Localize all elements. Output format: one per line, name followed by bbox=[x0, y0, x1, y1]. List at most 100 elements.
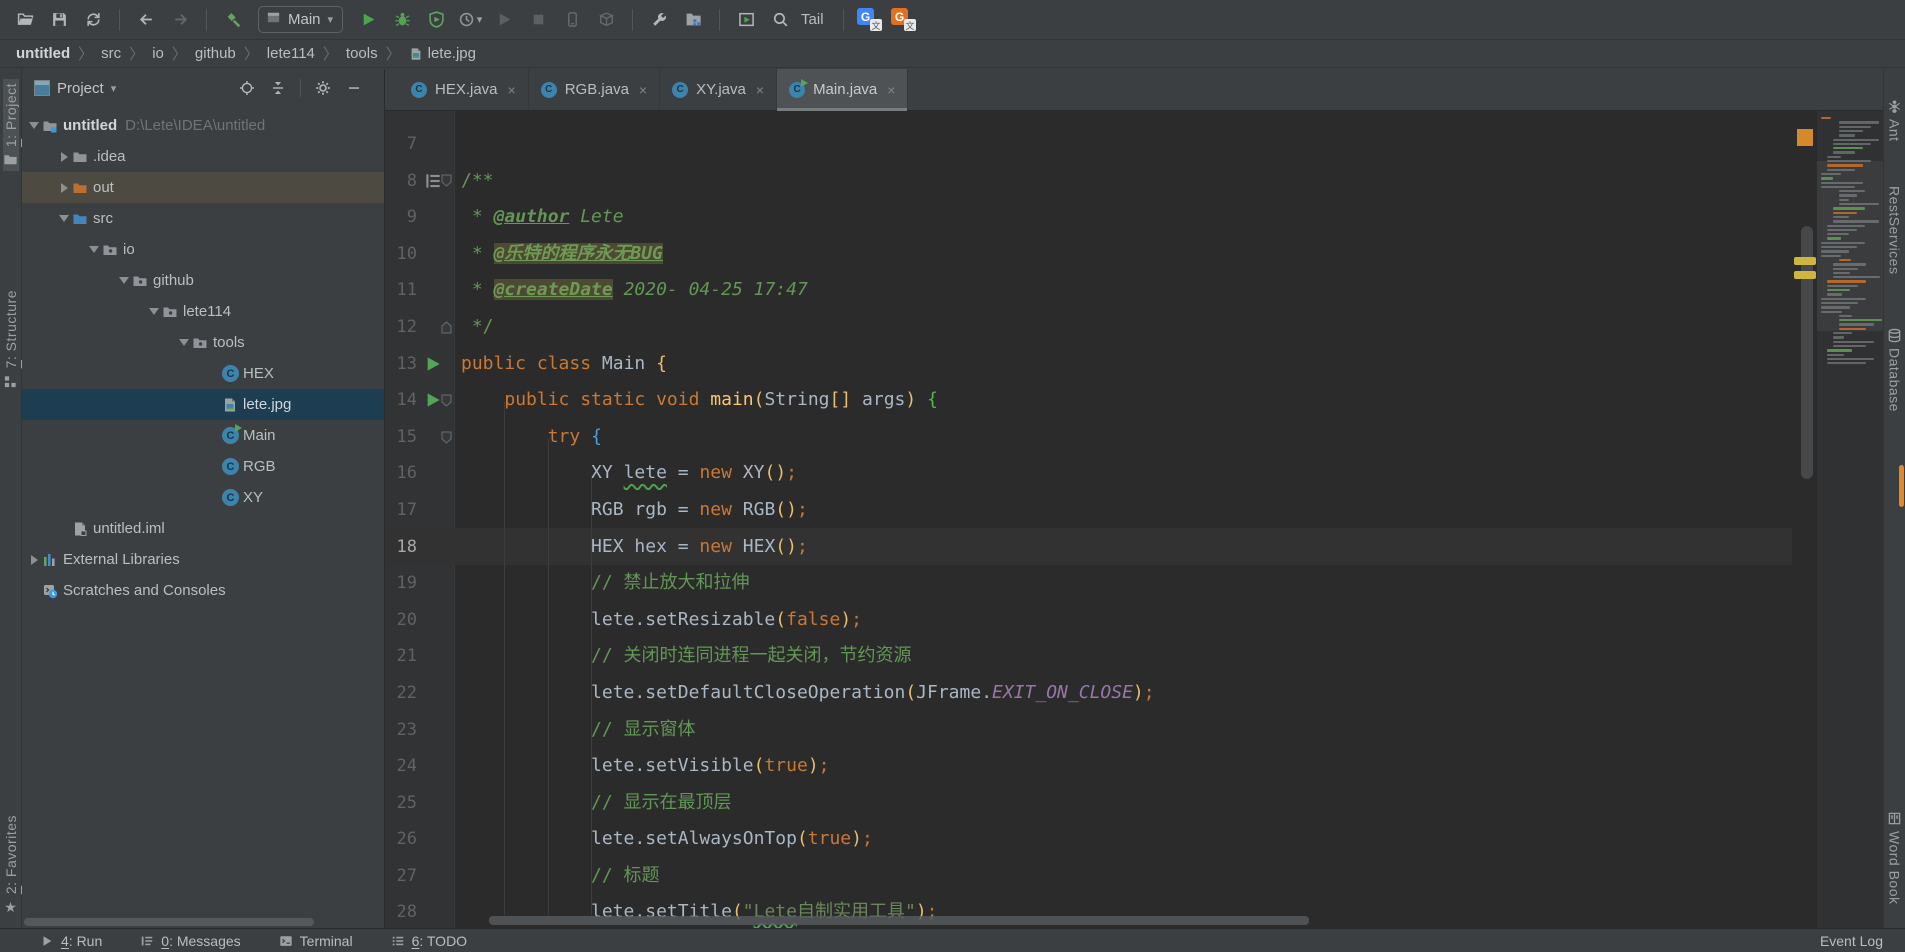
tree-item-untitled.iml[interactable]: untitled.iml bbox=[22, 513, 384, 544]
tree-expand-arrow[interactable] bbox=[86, 246, 102, 253]
settings-gear-button[interactable] bbox=[311, 76, 335, 100]
fold-marker[interactable] bbox=[441, 163, 455, 200]
code-minimap[interactable] bbox=[1817, 111, 1883, 928]
tree-expand-arrow[interactable] bbox=[56, 152, 72, 162]
code-line-13[interactable]: 13 public class Main { bbox=[385, 346, 1792, 383]
fold-marker[interactable] bbox=[441, 382, 455, 419]
code-line-17[interactable]: 17 RGB rgb = new RGB(); bbox=[385, 492, 1792, 529]
breadcrumb-item[interactable]: lete114 bbox=[265, 45, 317, 62]
warning-mark[interactable] bbox=[1794, 271, 1816, 279]
save-icon[interactable] bbox=[44, 6, 74, 34]
run-disabled-icon[interactable] bbox=[489, 6, 519, 34]
analysis-status-square[interactable] bbox=[1797, 129, 1813, 146]
package-icon[interactable] bbox=[591, 6, 621, 34]
debug-icon[interactable] bbox=[387, 6, 417, 34]
tree-expand-arrow[interactable] bbox=[26, 555, 42, 565]
build-hammer-icon[interactable] bbox=[218, 6, 248, 34]
toolwindow-tab-database[interactable]: Database bbox=[1887, 324, 1903, 416]
code-line-7[interactable]: 7 bbox=[385, 126, 1792, 163]
tree-item-external-libraries[interactable]: External Libraries bbox=[22, 544, 384, 575]
code-lines[interactable]: 7 8 /** 9 * @author Lete 10 * @乐特的程序永无BU… bbox=[385, 126, 1792, 928]
code-line-15[interactable]: 15 try { bbox=[385, 419, 1792, 456]
fold-marker[interactable] bbox=[441, 419, 455, 456]
wrench-icon[interactable] bbox=[644, 6, 674, 34]
statusbar-item-todo[interactable]: 6: TODO bbox=[391, 933, 468, 949]
tree-expand-arrow[interactable] bbox=[26, 122, 42, 129]
code-line-16[interactable]: 16 XY lete = new XY(); bbox=[385, 455, 1792, 492]
search-icon[interactable] bbox=[765, 6, 795, 34]
gutter-mark-icon[interactable] bbox=[425, 163, 441, 200]
editor[interactable]: 7 8 /** 9 * @author Lete 10 * @乐特的程序永无BU… bbox=[385, 111, 1883, 928]
open-folder-icon[interactable] bbox=[10, 6, 40, 34]
breadcrumb-item[interactable]: tools bbox=[344, 45, 380, 62]
breadcrumb-item[interactable]: untitled bbox=[14, 45, 72, 62]
forward-icon[interactable] bbox=[165, 6, 195, 34]
breadcrumb-item[interactable]: io bbox=[150, 45, 166, 62]
run-gutter-icon[interactable] bbox=[425, 346, 441, 383]
profiler-icon[interactable]: ▾ bbox=[455, 6, 485, 34]
run-config-combo[interactable]: Main ▾ bbox=[258, 6, 343, 33]
tree-item-src[interactable]: src bbox=[22, 203, 384, 234]
code-line-20[interactable]: 20 lete.setResizable(false); bbox=[385, 602, 1792, 639]
tree-item-untitled[interactable]: untitled D:\Lete\IDEA\untitled bbox=[22, 110, 384, 141]
breadcrumb-item[interactable]: github bbox=[193, 45, 238, 62]
breadcrumb-item[interactable]: src bbox=[99, 45, 123, 62]
tree-item-out[interactable]: out bbox=[22, 172, 384, 203]
coverage-icon[interactable] bbox=[421, 6, 451, 34]
warning-mark[interactable] bbox=[1794, 257, 1816, 265]
code-line-14[interactable]: 14 public static void main(String[] args… bbox=[385, 382, 1792, 419]
toolwindow-tab-restservices[interactable]: RestServices bbox=[1887, 182, 1903, 278]
run-anything-icon[interactable] bbox=[731, 6, 761, 34]
code-line-22[interactable]: 22 lete.setDefaultCloseOperation(JFrame.… bbox=[385, 675, 1792, 712]
tree-expand-arrow[interactable] bbox=[146, 308, 162, 315]
translate-blue-icon[interactable]: G文 bbox=[855, 6, 885, 34]
locate-file-button[interactable] bbox=[235, 76, 259, 100]
toolwindow-tab-word-book[interactable]: Word Book bbox=[1887, 807, 1903, 909]
breadcrumb-item[interactable]: lete.jpg bbox=[407, 45, 478, 62]
statusbar-item-run[interactable]: 4: Run bbox=[40, 933, 102, 949]
chevron-down-icon[interactable]: ▾ bbox=[111, 82, 117, 95]
code-line-19[interactable]: 19 // 禁止放大和拉伸 bbox=[385, 565, 1792, 602]
tree-item-rgb[interactable]: C RGB bbox=[22, 451, 384, 482]
editor-tab-xy.java[interactable]: C XY.java × bbox=[660, 69, 777, 110]
editor-tab-main.java[interactable]: C Main.java × bbox=[777, 69, 908, 110]
sync-icon[interactable] bbox=[78, 6, 108, 34]
hide-panel-button[interactable] bbox=[342, 76, 366, 100]
code-line-21[interactable]: 21 // 关闭时连同进程一起关闭，节约资源 bbox=[385, 638, 1792, 675]
tree-expand-arrow[interactable] bbox=[56, 215, 72, 222]
toolwindow-tab-structure[interactable]: 7: Structure bbox=[3, 286, 19, 392]
attach-process-icon[interactable] bbox=[557, 6, 587, 34]
close-icon[interactable]: × bbox=[639, 82, 647, 98]
code-line-12[interactable]: 12 */ bbox=[385, 309, 1792, 346]
code-line-24[interactable]: 24 lete.setVisible(true); bbox=[385, 748, 1792, 785]
run-gutter-icon[interactable] bbox=[425, 382, 441, 419]
toolwindow-tab-ant[interactable]: Ant bbox=[1887, 95, 1903, 146]
code-line-27[interactable]: 27 // 标题 bbox=[385, 858, 1792, 895]
tree-item-xy[interactable]: C XY bbox=[22, 482, 384, 513]
stop-disabled-icon[interactable] bbox=[523, 6, 553, 34]
tree-item-scratches-and-consoles[interactable]: Scratches and Consoles bbox=[22, 575, 384, 606]
tree-expand-arrow[interactable] bbox=[56, 183, 72, 193]
project-tree-hscrollbar[interactable] bbox=[24, 918, 314, 926]
tree-expand-arrow[interactable] bbox=[116, 277, 132, 284]
tree-expand-arrow[interactable] bbox=[176, 339, 192, 346]
tree-item-hex[interactable]: C HEX bbox=[22, 358, 384, 389]
editor-tab-rgb.java[interactable]: C RGB.java × bbox=[529, 69, 660, 110]
run-icon[interactable] bbox=[353, 6, 383, 34]
editor-tab-hex.java[interactable]: C HEX.java × bbox=[399, 69, 529, 110]
tree-item-lete.jpg[interactable]: lete.jpg bbox=[22, 389, 384, 420]
editor-hscrollbar[interactable] bbox=[489, 916, 1309, 925]
back-icon[interactable] bbox=[131, 6, 161, 34]
fold-marker[interactable] bbox=[441, 309, 455, 346]
error-stripe[interactable] bbox=[1792, 111, 1817, 928]
code-line-10[interactable]: 10 * @乐特的程序永无BUG bbox=[385, 236, 1792, 273]
code-line-9[interactable]: 9 * @author Lete bbox=[385, 199, 1792, 236]
code-line-25[interactable]: 25 // 显示在最顶层 bbox=[385, 785, 1792, 822]
tree-item-github[interactable]: github bbox=[22, 265, 384, 296]
toolwindow-tab-favorites[interactable]: 2: Favorites ★ bbox=[3, 811, 19, 920]
project-structure-icon[interactable] bbox=[678, 6, 708, 34]
toolwindow-tab-project[interactable]: 1: Project bbox=[3, 79, 19, 171]
code-line-8[interactable]: 8 /** bbox=[385, 163, 1792, 200]
close-icon[interactable]: × bbox=[508, 82, 516, 98]
event-log-button[interactable]: Event Log bbox=[1813, 933, 1883, 949]
